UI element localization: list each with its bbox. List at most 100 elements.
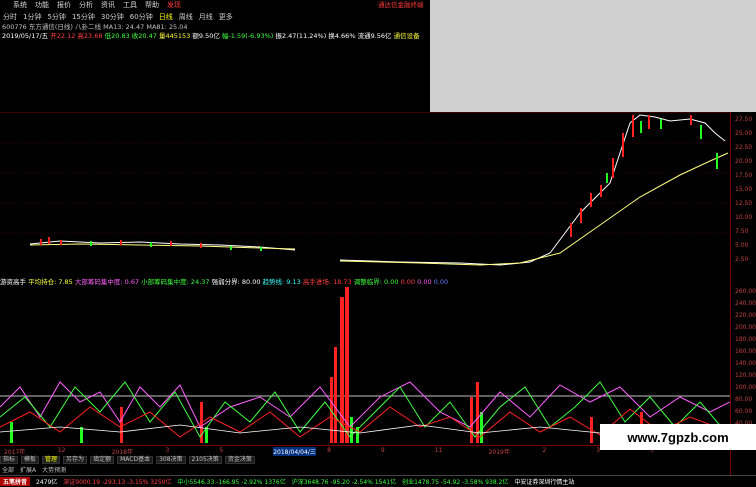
- price-tick: 25.00: [735, 130, 753, 137]
- price-chart[interactable]: [0, 112, 756, 267]
- quote-float: 流通9.56亿: [357, 32, 392, 40]
- x-tick: 2017年: [4, 449, 26, 456]
- indicator-name: 游资高手: [0, 278, 29, 286]
- stock-title-line: 600776 东方通信(日线) 八卦二线 MA13: 24.47 MA81: 2…: [2, 23, 188, 31]
- indicator-chart[interactable]: [0, 287, 731, 445]
- period-tab-3[interactable]: 15分钟: [72, 12, 95, 22]
- indicator-tabs: 指标 模板 管理 另存为 填定额 MACD基本 308决策 2105决策 资金决策: [0, 456, 430, 464]
- price-tick: 12.50: [735, 200, 753, 207]
- menu-item-2[interactable]: 报价: [57, 0, 71, 10]
- indicator-value-0: 平均持仓: 7.85: [28, 278, 75, 286]
- menu-item-3[interactable]: 分析: [79, 0, 93, 10]
- menu-item-5[interactable]: 工具: [123, 0, 137, 10]
- indicator-value-7: 0.00: [400, 278, 418, 286]
- price-chart-svg: [0, 114, 730, 266]
- quote-amplitude: 振2.47(11.24%): [275, 32, 327, 40]
- indicator-tick: 260.00: [735, 288, 756, 295]
- indicator-header: 游资高手 平均持仓: 7.85 大部筹码集中度: 0.67 小部筹码集中度: 2…: [0, 278, 730, 287]
- x-tick: 2018/04/04/三: [273, 447, 316, 456]
- menu-item-1[interactable]: 功能: [35, 0, 49, 10]
- menu-item-0[interactable]: 系统: [13, 0, 27, 10]
- price-tick: 15.00: [735, 186, 753, 193]
- indicator-value-8: 0.00: [417, 278, 434, 286]
- indicator-tab-2[interactable]: 管理: [42, 456, 61, 464]
- menu-right-text[interactable]: 通达信金融终端: [378, 0, 430, 10]
- period-tab-1[interactable]: 1分钟: [23, 12, 41, 22]
- indicator-value-2: 小部筹码集中度: 24.37: [141, 278, 212, 286]
- menu-item-6[interactable]: 帮助: [145, 0, 159, 10]
- period-tab-9[interactable]: 更多: [219, 12, 233, 22]
- indicator-value-3: 强弱分界: 80.00: [211, 278, 263, 286]
- quote-close: 收20.47: [131, 32, 157, 40]
- menu-bar: 系统 功能 报价 分析 资讯 工具 帮助 发现: [0, 0, 430, 10]
- quote-volume: 量445153: [158, 32, 191, 40]
- indicator-tick: 160.00: [735, 348, 756, 355]
- indicator-value-6: 调整临界: 0.00: [353, 278, 401, 286]
- period-tab-5[interactable]: 60分钟: [130, 12, 153, 22]
- menu-item-7[interactable]: 发现: [167, 0, 181, 10]
- indicator-tick: 140.00: [735, 360, 756, 367]
- x-tick: 2: [542, 447, 547, 454]
- input-method-logo[interactable]: 五笔拼音: [0, 477, 31, 486]
- quote-sector: 通信设备: [393, 32, 420, 40]
- price-tick: 20.00: [735, 158, 753, 165]
- indicator-tab-5[interactable]: MACD基本: [117, 456, 154, 464]
- period-tab-2[interactable]: 5分钟: [47, 12, 65, 22]
- indicator-tick: 60.00: [735, 408, 753, 415]
- bottom-tab-2[interactable]: 大势预测: [42, 465, 66, 474]
- menu-item-4[interactable]: 资讯: [101, 0, 115, 10]
- indicator-tab-4[interactable]: 填定额: [90, 456, 115, 464]
- indicator-tick: 220.00: [735, 312, 756, 319]
- bottom-tab-0[interactable]: 全部: [2, 465, 14, 474]
- x-tick: 2019年: [488, 449, 510, 456]
- price-tick: 10.00: [735, 214, 753, 221]
- period-tab-8[interactable]: 月线: [199, 12, 213, 22]
- indicator-tick: 200.00: [735, 324, 756, 331]
- price-tick: 27.50: [735, 116, 753, 123]
- blank-region: [430, 0, 756, 112]
- indicator-tick: 100.00: [735, 384, 756, 391]
- quote-change: 幅-1.59(-6.93%): [221, 32, 274, 40]
- indicator-tick: 180.00: [735, 336, 756, 343]
- status-item-0: 2479亿: [36, 479, 58, 486]
- quote-high: 高23.68: [77, 32, 103, 40]
- period-tab-7[interactable]: 周线: [179, 12, 193, 22]
- indicator-value-9: 0.00: [433, 278, 449, 286]
- x-tick: 8: [327, 447, 331, 454]
- x-tick: 3: [165, 447, 170, 454]
- status-item-5: 中安证券深圳行情主站: [514, 479, 575, 486]
- period-tab-4[interactable]: 30分钟: [101, 12, 124, 22]
- status-item-3: 沪深3648.76 -95.20 -2.54% 1541亿: [291, 479, 397, 486]
- watermark: www.7gpzb.com: [600, 424, 756, 450]
- indicator-tick: 240.00: [735, 300, 756, 307]
- indicator-tick: 120.00: [735, 372, 756, 379]
- indicator-chart-svg: [0, 287, 731, 443]
- quote-low: 低20.83: [104, 32, 130, 40]
- quote-open: 开22.12: [50, 32, 76, 40]
- bottom-row: 全部 扩展A 大势预测: [0, 465, 430, 474]
- indicator-tab-3[interactable]: 另存为: [63, 456, 88, 464]
- indicator-tab-1[interactable]: 模板: [21, 456, 40, 464]
- indicator-tab-7[interactable]: 2105决策: [188, 456, 222, 464]
- indicator-value-4: 趋势线: 9.13: [262, 278, 303, 286]
- status-item-4: 创业1478.75 -54.92 -3.58% 938.2亿: [402, 479, 509, 486]
- stock-quote-line: 2019/05/17/五 开22.12 高23.68 低20.83 收20.47…: [2, 32, 420, 41]
- status-bar: 五笔拼音 2479亿 深证9000.19 -293.13 -3.15% 3250亿中…: [0, 475, 756, 487]
- quote-turnover: 换4.66%: [328, 32, 356, 40]
- period-tab-6[interactable]: 日线: [159, 12, 173, 22]
- price-tick: 22.50: [735, 144, 753, 151]
- indicator-tab-8[interactable]: 资金决策: [224, 456, 255, 464]
- indicator-tab-0[interactable]: 指标: [0, 456, 19, 464]
- quote-amount: 额9.50亿: [192, 32, 220, 40]
- indicator-value-5: 高手进场: 18.73: [302, 278, 354, 286]
- bottom-tab-1[interactable]: 扩展A: [20, 465, 36, 474]
- period-tab-0[interactable]: 分时: [3, 12, 17, 22]
- x-tick: 12: [57, 447, 66, 454]
- x-tick: 9: [380, 447, 385, 454]
- indicator-tab-6[interactable]: 308决策: [156, 456, 186, 464]
- period-bar: 分时 1分钟 5分钟 15分钟 30分钟 60分钟 日线 周线 月线 更多: [0, 12, 430, 22]
- price-tick: 5.00: [735, 242, 749, 249]
- status-item-2: 中小5546.33 -166.95 -2.92% 1376亿: [177, 479, 286, 486]
- x-tick: 2018年: [111, 449, 133, 456]
- status-item-1: 深证9000.19 -293.13 -3.15% 3250亿: [63, 479, 172, 486]
